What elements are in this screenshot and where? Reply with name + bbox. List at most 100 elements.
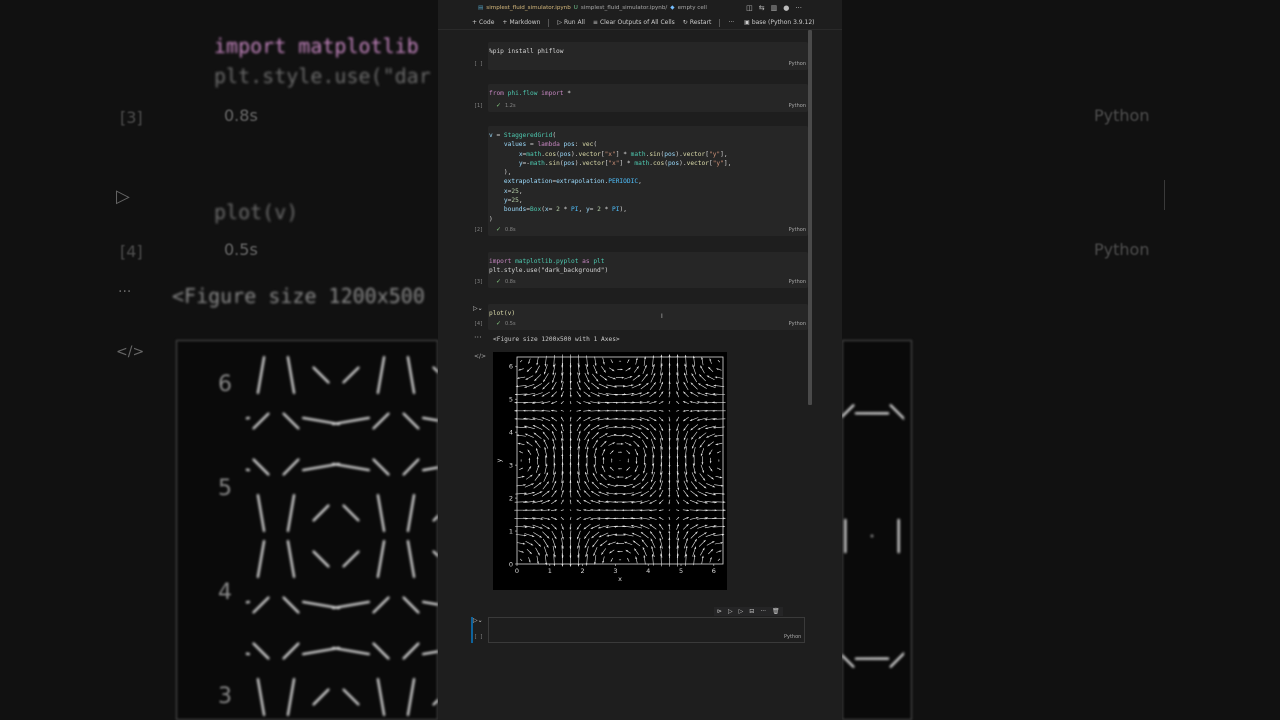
quiver-arrowhead <box>611 458 613 461</box>
quiver-arrowhead <box>536 456 539 459</box>
empty-code-cell[interactable] <box>488 617 805 643</box>
quiver-arrow <box>406 493 416 533</box>
code-cell[interactable]: import matplotlib.pyplot as plt plt.styl… <box>471 252 808 288</box>
cell-code[interactable]: %pip install phiflow <box>489 47 564 56</box>
notebook-file-icon: ▤ <box>478 5 484 11</box>
quiver-arrowhead <box>705 392 708 395</box>
text-cursor-icon: I <box>661 313 663 320</box>
quiver-arrow <box>406 539 416 579</box>
cell-language[interactable]: Python <box>784 634 840 640</box>
y-axis-label: y <box>495 458 503 462</box>
cell-language[interactable]: Python <box>789 279 806 285</box>
code-cell[interactable]: %pip install phiflow [ ] Python <box>471 42 808 70</box>
quiver-arrowhead <box>639 509 642 512</box>
quiver-arrowhead <box>598 409 601 412</box>
more-icon[interactable]: ··· <box>760 608 766 615</box>
quiver-arrowhead <box>523 409 526 412</box>
quiver-arrow <box>246 416 251 420</box>
split-editor-icon[interactable]: ◫ <box>746 4 753 12</box>
breadcrumb-file[interactable]: simplest_fluid_simulator.ipynb/ <box>581 5 667 11</box>
cell-code[interactable]: from phi.flow import * <box>489 89 571 98</box>
run-below-icon[interactable]: ▷ <box>728 608 733 615</box>
cell-language[interactable]: Python <box>789 103 806 109</box>
code-cell[interactable]: v = StaggeredGrid( values = lambda pos: … <box>471 126 808 236</box>
delete-icon[interactable]: 🗑 <box>772 608 780 615</box>
quiver-arrowhead <box>569 388 572 391</box>
quiver-arrowhead <box>631 493 634 496</box>
clear-outputs-button[interactable]: ≡ Clear Outputs of All Cells <box>593 19 675 26</box>
cell-code[interactable]: plot(v) <box>489 309 515 318</box>
quiver-arrowhead <box>613 517 616 520</box>
run-above-icon[interactable]: ⊳ <box>717 608 722 615</box>
quiver-arrow <box>376 677 386 717</box>
quiver-arrow <box>421 416 438 422</box>
quiver-arrowhead <box>552 372 555 375</box>
y-tick-label: 6 <box>509 363 513 371</box>
bg-lang: Python <box>1094 106 1150 125</box>
run-all-icon: ▷ <box>557 19 563 26</box>
quiver-arrowhead <box>606 425 609 428</box>
bg-ytick: 6 <box>218 372 232 397</box>
tab-notebook[interactable]: simplest_fluid_simulator.ipynb <box>486 5 570 11</box>
quiver-arrowhead <box>650 479 653 482</box>
quiver-arrow <box>342 688 360 706</box>
editor-actions: ◫ ⇆ ▥ ● ··· <box>746 4 802 12</box>
breadcrumb-cell[interactable]: empty cell <box>678 5 707 11</box>
output-more-icon[interactable]: ··· <box>474 333 482 342</box>
quiver-arrowhead <box>613 500 616 503</box>
add-markdown-cell-button[interactable]: + Markdown <box>502 19 540 26</box>
run-cell-icon[interactable]: ▷⌄ <box>473 305 483 312</box>
split-cell-icon[interactable]: ⊟ <box>749 608 754 615</box>
execute-icon[interactable]: ▷ <box>739 608 744 615</box>
cell-language[interactable]: Python <box>789 227 806 233</box>
check-icon: ✓ <box>496 320 502 327</box>
more-toolbar-button[interactable]: ··· <box>728 19 734 26</box>
x-tick-label: 5 <box>679 567 683 575</box>
cell-language[interactable]: Python <box>789 61 806 67</box>
run-cell-icon[interactable]: ▷⌄ <box>473 617 483 624</box>
scrollbar[interactable] <box>808 30 812 405</box>
quiver-arrowhead <box>722 525 725 528</box>
quiver-arrowhead <box>569 537 572 540</box>
cell-language[interactable]: Python <box>789 321 806 327</box>
output-code-icon[interactable]: </> <box>474 353 486 360</box>
quiver-arrow <box>331 646 371 656</box>
layout-icon[interactable]: ▥ <box>771 4 778 12</box>
quiver-arrow <box>402 412 420 430</box>
quiver-arrow <box>372 596 390 614</box>
quiver-arrow <box>312 504 330 522</box>
code-cell[interactable]: from phi.flow import * [1] ✓ 1.2s Python <box>471 84 808 112</box>
quiver-arrowhead <box>696 509 699 512</box>
quiver-arrow <box>376 493 386 533</box>
tab-bar: ▤ simplest_fluid_simulator.ipynb U simpl… <box>438 0 842 16</box>
x-tick-label: 6 <box>712 567 716 575</box>
bg-code-icon: </> <box>116 344 145 360</box>
cell-code[interactable]: import matplotlib.pyplot as plt plt.styl… <box>489 257 608 276</box>
kernel-picker[interactable]: ▣ base (Python 3.9.12) <box>744 19 814 26</box>
modified-badge: U <box>573 5 578 11</box>
quiver-arrowhead <box>543 371 546 375</box>
quiver-arrow <box>252 412 270 430</box>
quiver-arrowhead <box>692 364 695 367</box>
restart-button[interactable]: ↻ Restart <box>683 19 712 26</box>
cell-code[interactable]: v = StaggeredGrid( values = lambda pos: … <box>489 131 731 224</box>
quiver-arrowhead <box>631 384 634 387</box>
quiver-arrowhead <box>621 517 625 520</box>
quiver-arrowhead <box>676 354 679 357</box>
quiver-arrow <box>372 642 390 660</box>
quiver-arrowhead <box>723 509 726 512</box>
quiver-arrowhead <box>590 509 593 512</box>
quiver-arrow <box>342 550 360 568</box>
bg-exec-count: [3] <box>120 108 143 127</box>
quiver-arrow <box>331 462 371 472</box>
quiver-arrowhead <box>653 446 655 449</box>
code-cell[interactable]: ▷⌄ plot(v) [4] ✓ 0.5s Python I <box>471 304 808 330</box>
run-all-button[interactable]: ▷ Run All <box>557 19 584 26</box>
unsaved-dot-icon[interactable]: ● <box>783 4 789 12</box>
quiver-arrowhead <box>622 434 625 437</box>
more-actions-icon[interactable]: ··· <box>795 4 802 12</box>
quiver-arrowhead <box>709 461 712 463</box>
add-code-cell-button[interactable]: + Code <box>472 19 494 26</box>
cell-toolbar: ⊳ ▷ ▷ ⊟ ··· 🗑 <box>714 607 783 616</box>
compare-icon[interactable]: ⇆ <box>759 4 765 12</box>
